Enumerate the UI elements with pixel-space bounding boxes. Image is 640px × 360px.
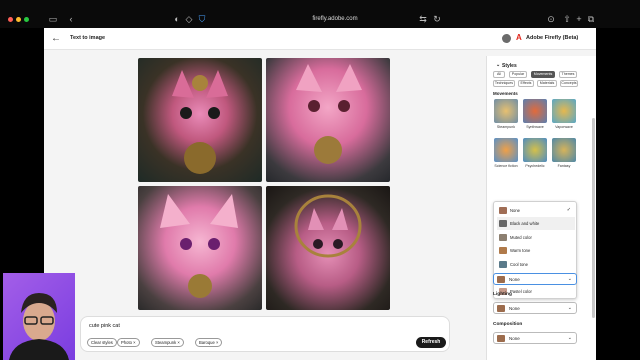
- style-thumb-science-fiction[interactable]: [494, 138, 518, 162]
- tab-overview-icon[interactable]: ⧉: [586, 14, 596, 24]
- adobe-logo-icon: A: [516, 33, 522, 42]
- dropdown-option-warm-tone[interactable]: Warm tone: [497, 244, 575, 257]
- browser-toolbar: ▭ ‹ ◐ ◇ ⛉ firefly.adobe.com ⇆ ↻ ⊙ ⇧ + ⧉: [0, 0, 640, 28]
- prompt-input[interactable]: cute pink cat: [89, 323, 120, 329]
- cat-illustration-icon: [294, 194, 362, 258]
- lighting-label: Lighting: [493, 292, 512, 297]
- page-title: Text to image: [70, 35, 106, 41]
- select-value: None: [509, 336, 520, 341]
- chip-label: Steampunk: [155, 340, 177, 345]
- tab-movements[interactable]: Movements: [531, 71, 555, 78]
- cat-illustration-icon: [296, 64, 362, 164]
- share-icon[interactable]: ⇧: [562, 14, 572, 24]
- reload-icon[interactable]: ↻: [432, 14, 442, 24]
- style-chip-baroque[interactable]: Baroque ×: [195, 338, 223, 347]
- style-thumb-synthwave[interactable]: [523, 99, 547, 123]
- dropdown-option-black-and-white[interactable]: Black and white: [497, 217, 575, 230]
- checkmark-icon: ✓: [566, 207, 571, 213]
- select-value: None: [509, 277, 520, 282]
- sidebar-toggle-icon[interactable]: ▭: [48, 14, 58, 24]
- style-thumb-steampunk[interactable]: [494, 99, 518, 123]
- shield-icon[interactable]: ◇: [184, 14, 194, 24]
- option-label: Muted color: [510, 235, 532, 240]
- generated-image-2[interactable]: [266, 58, 390, 182]
- style-thumb-vaporwave[interactable]: [552, 99, 576, 123]
- brand-name: Adobe Firefly (Beta): [526, 35, 579, 41]
- dropdown-option-cool-tone[interactable]: Cool tone: [497, 258, 575, 271]
- style-thumb-psychedelic[interactable]: [523, 138, 547, 162]
- thumb-label: Psychedelic: [525, 164, 545, 168]
- thumb-label: Science fiction: [494, 164, 518, 168]
- tab-techniques[interactable]: Techniques: [493, 80, 515, 87]
- tab-concepts[interactable]: Concepts: [560, 80, 578, 87]
- minimize-window-icon[interactable]: [16, 17, 21, 22]
- chevron-down-icon: ⌄: [567, 305, 572, 311]
- lighting-select[interactable]: None ⌄: [493, 302, 577, 314]
- tab-all[interactable]: All: [493, 71, 505, 78]
- style-chip-photo[interactable]: Photo ×: [117, 338, 140, 347]
- tab-popular[interactable]: Popular: [509, 71, 527, 78]
- thumb-label: Synthwave: [526, 125, 544, 129]
- chip-label: Baroque: [199, 340, 215, 345]
- reader-icon[interactable]: ◐: [172, 14, 182, 24]
- select-swatch: [497, 276, 505, 283]
- select-value: None: [509, 306, 520, 311]
- panel-scrollbar[interactable]: [592, 118, 595, 318]
- option-label: None: [510, 208, 521, 213]
- maximize-window-icon[interactable]: [24, 17, 29, 22]
- presenter-silhouette-icon: [9, 293, 69, 360]
- tab-themes[interactable]: Themes: [559, 71, 577, 78]
- select-swatch: [497, 335, 505, 342]
- translate-icon[interactable]: ⇆: [418, 14, 428, 24]
- styles-heading: Styles: [502, 63, 517, 69]
- chevron-down-icon: ⌄: [567, 335, 572, 341]
- chevron-down-icon: ⌄: [567, 276, 572, 282]
- privacy-shield-icon[interactable]: ⛉: [197, 14, 207, 24]
- dropdown-option-none[interactable]: None ✓: [497, 204, 575, 217]
- collapse-chevron-icon[interactable]: ⌄: [496, 62, 500, 68]
- option-label: Cool tone: [510, 262, 528, 267]
- tab-effects[interactable]: Effects: [518, 80, 534, 87]
- download-icon[interactable]: ⊙: [546, 14, 556, 24]
- presenter-webcam: [3, 273, 75, 360]
- thumb-label: Vaporwave: [555, 125, 573, 129]
- dropdown-option-muted-color[interactable]: Muted color: [497, 231, 575, 244]
- option-label: Pastel color: [510, 289, 532, 294]
- composition-select[interactable]: None ⌄: [493, 332, 577, 344]
- cat-illustration-icon: [172, 70, 228, 174]
- option-label: Black and white: [510, 221, 540, 226]
- color-tone-select[interactable]: None ⌄: [493, 273, 577, 285]
- select-swatch: [497, 305, 505, 312]
- app-header: ← Text to image A Adobe Firefly (Beta): [44, 28, 596, 50]
- refresh-button[interactable]: Refresh: [416, 337, 446, 348]
- new-tab-icon[interactable]: +: [574, 14, 584, 24]
- firefly-app: ← Text to image A Adobe Firefly (Beta) c…: [44, 28, 596, 360]
- address-bar[interactable]: firefly.adobe.com: [285, 16, 385, 25]
- clear-styles-button[interactable]: Clear styles: [87, 338, 117, 347]
- prompt-bar: cute pink cat Clear styles Photo × Steam…: [80, 316, 450, 352]
- generated-image-4[interactable]: [266, 186, 390, 310]
- movements-subheading: Movements: [493, 91, 518, 96]
- back-arrow-icon[interactable]: ←: [50, 33, 62, 45]
- chip-label: Photo: [121, 340, 132, 345]
- thumb-label: Fantasy: [557, 164, 571, 168]
- option-label: Warm tone: [510, 248, 531, 253]
- generated-image-1[interactable]: [138, 58, 262, 182]
- thumb-label: Steampunk: [496, 125, 516, 129]
- cat-illustration-icon: [160, 194, 238, 298]
- style-chip-steampunk[interactable]: Steampunk ×: [151, 338, 184, 347]
- avatar[interactable]: [502, 34, 511, 43]
- browser-back-icon[interactable]: ‹: [66, 14, 76, 24]
- composition-label: Composition: [493, 322, 523, 327]
- style-thumb-fantasy[interactable]: [552, 138, 576, 162]
- close-window-icon[interactable]: [8, 17, 13, 22]
- tab-materials[interactable]: Materials: [537, 80, 557, 87]
- generated-image-3[interactable]: [138, 186, 262, 310]
